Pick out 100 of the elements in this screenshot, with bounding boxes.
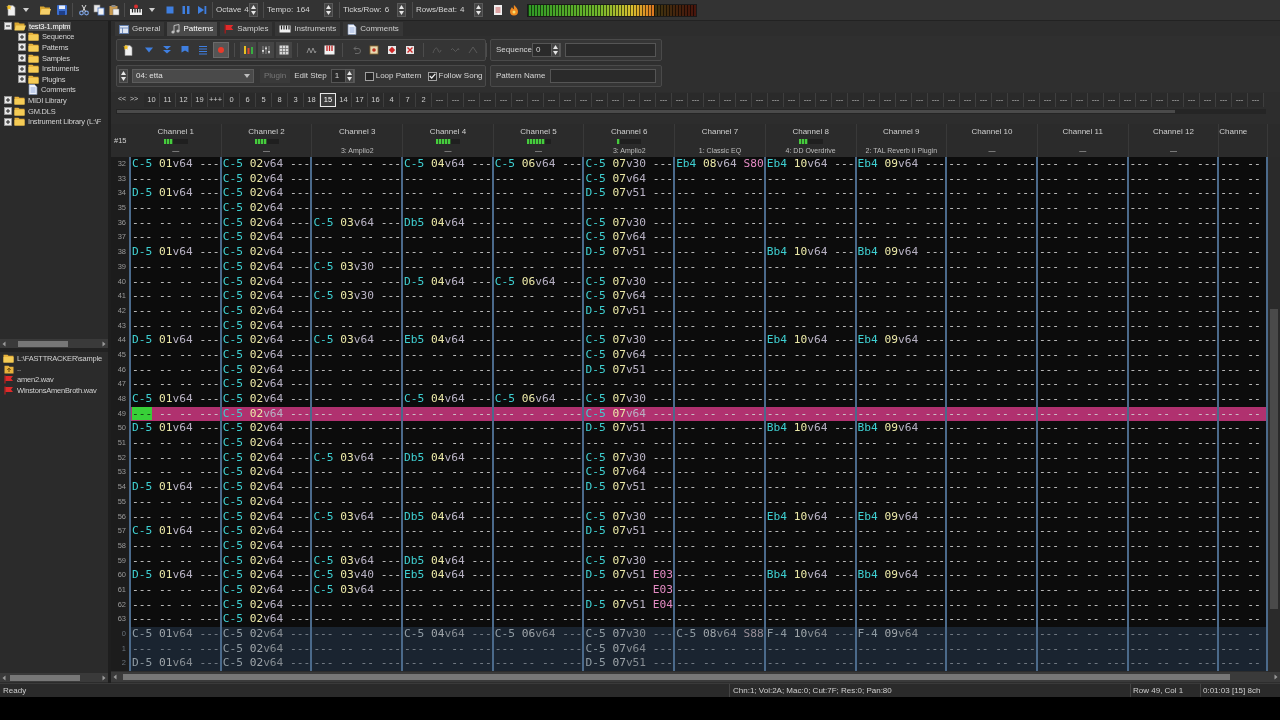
checkbox[interactable] — [364, 71, 374, 81]
pattern-dropdown[interactable]: 04: etta — [132, 69, 254, 83]
new-document-icon — [4, 4, 17, 16]
channel-name: Channel 3 — [338, 127, 376, 136]
spin-button[interactable] — [248, 3, 258, 17]
edit-step-field[interactable]: 1 — [330, 69, 355, 83]
play-next-icon — [195, 4, 208, 16]
spin-button[interactable] — [397, 3, 406, 17]
piano-keys-icon — [279, 25, 292, 33]
clipboard-icon — [107, 4, 120, 16]
up-down-arrows-icon — [121, 71, 126, 81]
channel-name: Channel 6 — [611, 127, 648, 136]
browser-scrollbar[interactable] — [0, 673, 108, 682]
checkbox[interactable] — [427, 71, 437, 81]
checkbox-label: Follow Song — [438, 70, 483, 82]
folder-icon — [28, 43, 39, 52]
lines-icon — [198, 45, 208, 55]
channel-name: Channel 4 — [429, 127, 467, 136]
tree-scrollbar[interactable] — [0, 339, 108, 348]
flag-icon — [4, 385, 14, 395]
new-file-button[interactable] — [3, 2, 18, 18]
wave-icon — [450, 46, 460, 54]
keyboard-icon — [129, 4, 143, 16]
bookmark-icon — [180, 45, 190, 55]
tab[interactable]: Samples — [220, 22, 273, 36]
spinner-label: Rows/Beat: — [416, 4, 457, 16]
spin-button[interactable] — [551, 43, 560, 57]
flag-icon — [224, 24, 235, 34]
channel-name: Channel 10 — [971, 127, 1013, 136]
grid-icon — [279, 45, 289, 55]
instrument-button[interactable] — [366, 42, 382, 58]
flame-icon — [507, 4, 520, 16]
folder-icon — [38, 4, 51, 16]
diamond-icon — [387, 45, 397, 55]
spin-button[interactable] — [344, 69, 354, 83]
left-arrow-icon — [111, 672, 119, 681]
table-icon — [119, 24, 129, 34]
up-down-arrows-icon — [326, 5, 331, 15]
new-pattern-button[interactable] — [120, 42, 136, 58]
save-button[interactable] — [54, 2, 69, 18]
spin-button[interactable] — [474, 3, 483, 17]
pattern-effects-button[interactable] — [258, 42, 274, 58]
up-folder-icon — [4, 364, 14, 374]
caret-icon — [22, 8, 29, 12]
folder-icon — [14, 106, 25, 116]
midi-record-button[interactable] — [128, 2, 144, 18]
spin-button[interactable] — [324, 3, 333, 17]
spinner-value[interactable]: 6 — [384, 4, 390, 16]
pattern-name-field[interactable] — [550, 69, 656, 83]
tab[interactable]: Patterns — [167, 22, 218, 36]
tab[interactable]: Comments — [343, 22, 403, 36]
sequence-spin-field[interactable]: 0 — [532, 43, 561, 57]
up-down-arrows-icon — [399, 5, 404, 15]
spinner-value[interactable]: 4 — [459, 4, 465, 16]
copy-button[interactable] — [91, 2, 106, 18]
spinner-label: Octave — [216, 4, 242, 16]
piano-keys-icon — [323, 45, 335, 55]
tab[interactable]: Instruments — [275, 22, 341, 36]
channel-name: Channel 11 — [1062, 127, 1103, 136]
folder-icon — [14, 95, 25, 105]
channel-meters-button[interactable] — [240, 42, 256, 58]
channel-name: Channe — [1219, 127, 1248, 136]
order-scrollbar[interactable] — [116, 108, 1266, 114]
undo-icon — [351, 45, 361, 55]
channel-name: Channel 5 — [520, 127, 557, 136]
edit-step-label: Edit Step — [294, 70, 327, 82]
double-triangle-icon — [162, 45, 172, 55]
spinner-label: Ticks/Row: — [343, 4, 382, 16]
status-position: Row 49, Col 1 — [1130, 684, 1200, 697]
folder-icon — [14, 117, 25, 127]
pattern-grid-button[interactable] — [276, 42, 292, 58]
channel-header[interactable]: Channe — [1219, 124, 1268, 157]
cut-button[interactable] — [76, 2, 91, 18]
document-icon — [491, 4, 504, 16]
caret-icon — [244, 74, 250, 78]
pattern-name-label: Pattern Name — [496, 70, 546, 82]
triangle-down-icon — [144, 46, 154, 54]
pattern-scrollbar[interactable] — [111, 671, 1280, 682]
up-down-arrows-icon — [346, 71, 352, 81]
checkmark-icon — [428, 73, 436, 79]
new-document-icon — [122, 44, 134, 56]
channel-name: Channel 12 — [1152, 127, 1194, 136]
right-arrow-icon — [100, 339, 108, 348]
folder-icon — [28, 53, 39, 63]
curve-icon — [432, 46, 442, 54]
spin-button[interactable] — [119, 69, 128, 83]
document-icon — [347, 23, 358, 35]
sequence-name-field[interactable] — [565, 43, 656, 57]
up-down-arrows-icon — [476, 5, 481, 15]
channel-name: Channel 2 — [248, 127, 285, 136]
spinner-value[interactable]: 164 — [296, 4, 310, 16]
music-note-icon — [171, 24, 181, 34]
spinner-value[interactable]: 4 — [244, 4, 249, 16]
tab[interactable]: General — [115, 22, 165, 36]
folder-icon — [3, 353, 14, 363]
channel-name: Channel 1 — [157, 127, 195, 136]
channel-name: Channel 7 — [701, 127, 739, 136]
checkbox-label: Loop Pattern — [375, 70, 422, 82]
right-arrow-icon — [1272, 672, 1280, 681]
folder-icon — [28, 32, 39, 42]
